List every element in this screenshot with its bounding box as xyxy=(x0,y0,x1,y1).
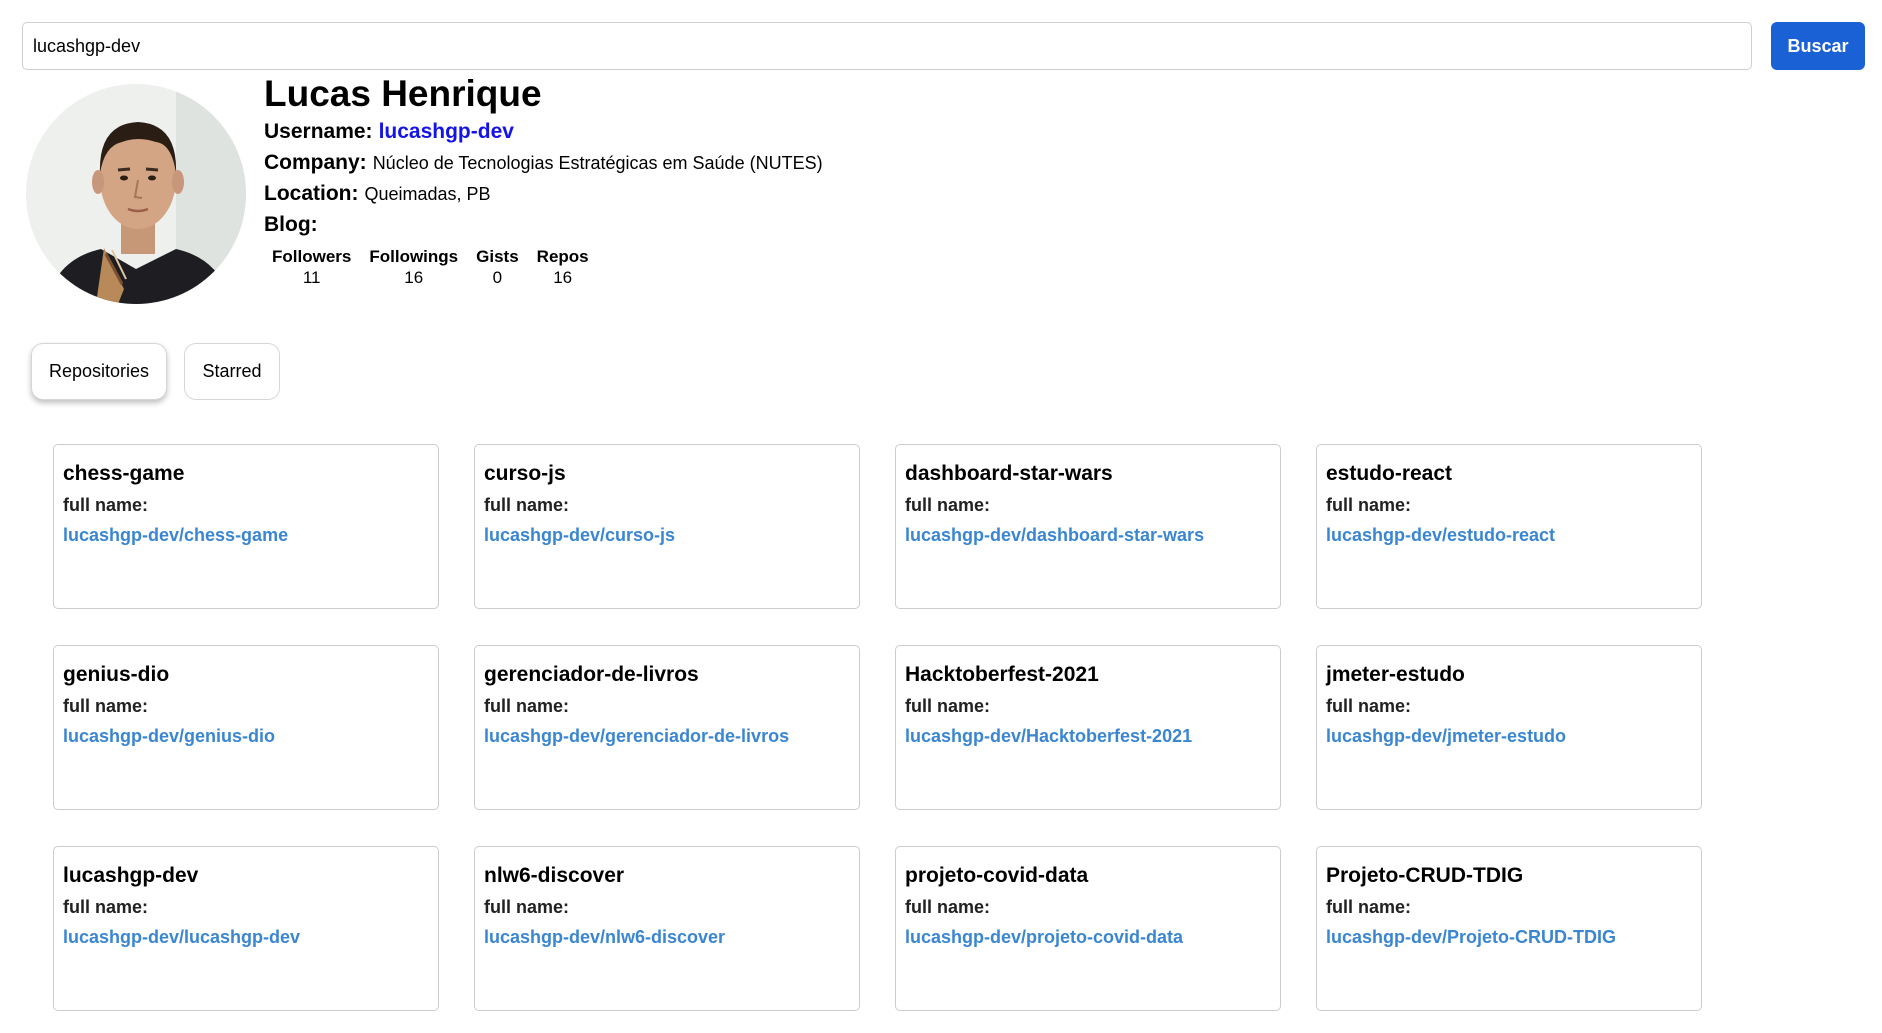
repo-full-name-label: full name: xyxy=(484,696,570,716)
repo-full-name-link[interactable]: lucashgp-dev/jmeter-estudo xyxy=(1326,725,1692,747)
repo-full-name-link[interactable]: lucashgp-dev/projeto-covid-data xyxy=(905,926,1271,948)
repo-full-name-link[interactable]: lucashgp-dev/genius-dio xyxy=(63,725,429,747)
repo-name: gerenciador-de-livros xyxy=(484,663,699,686)
repo-card: nlw6-discover full name: lucashgp-dev/nlw6… xyxy=(474,846,860,1011)
repo-full-name-label: full name: xyxy=(1326,696,1412,716)
stat-followings: Followings 16 xyxy=(369,246,458,287)
repo-full-name-link[interactable]: lucashgp-dev/chess-game xyxy=(63,524,429,546)
username-row: Username: lucashgp-dev xyxy=(264,116,823,147)
company-value: Núcleo de Tecnologias Estratégicas em Sa… xyxy=(372,153,823,173)
stat-followers: Followers 11 xyxy=(272,246,351,287)
repo-full-name-label: full name: xyxy=(63,495,149,515)
profile-name: Lucas Henrique xyxy=(264,73,542,114)
username-link[interactable]: lucashgp-dev xyxy=(379,120,514,143)
stat-label: Followings xyxy=(369,247,459,266)
search-button[interactable]: Buscar xyxy=(1771,22,1865,70)
repo-full-name-link[interactable]: lucashgp-dev/curso-js xyxy=(484,524,850,546)
repo-full-name-label: full name: xyxy=(63,897,149,917)
repo-full-name-link[interactable]: lucashgp-dev/Hacktoberfest-2021 xyxy=(905,725,1271,747)
location-row: Location: Queimadas, PB xyxy=(264,178,823,209)
repo-full-name-label: full name: xyxy=(484,897,570,917)
stat-label: Repos xyxy=(536,247,589,266)
avatar-photo xyxy=(26,84,246,304)
repo-full-name-label: full name: xyxy=(905,897,991,917)
repo-name: projeto-covid-data xyxy=(905,864,1089,887)
repo-card: projeto-covid-data full name: lucashgp-dev… xyxy=(895,846,1281,1011)
location-label: Location: xyxy=(264,182,359,205)
repo-card: genius-dio full name: lucashgp-dev/genius-… xyxy=(53,645,439,810)
repo-name: jmeter-estudo xyxy=(1326,663,1465,686)
username-label: Username: xyxy=(264,120,373,143)
repo-card: jmeter-estudo full name: lucashgp-dev/jmet… xyxy=(1316,645,1702,810)
blog-label: Blog: xyxy=(264,213,318,236)
company-row: Company: Núcleo de Tecnologias Estratégic… xyxy=(264,147,823,178)
repo-full-name-label: full name: xyxy=(1326,495,1412,515)
repo-name: curso-js xyxy=(484,462,566,485)
repo-full-name-link[interactable]: lucashgp-dev/dashboard-star-wars xyxy=(905,524,1271,546)
repo-full-name-label: full name: xyxy=(63,696,149,716)
stat-value: 0 xyxy=(492,268,503,287)
search-bar: Buscar xyxy=(22,22,1865,70)
repo-full-name-link[interactable]: lucashgp-dev/Projeto-CRUD-TDIG xyxy=(1326,926,1692,948)
repo-card: chess-game full name: lucashgp-dev/chess-g… xyxy=(53,444,439,609)
repo-name: Projeto-CRUD-TDIG xyxy=(1326,864,1524,887)
stat-repos: Repos 16 xyxy=(537,246,589,287)
repo-name: Hacktoberfest-2021 xyxy=(905,663,1099,686)
stat-label: Gists xyxy=(476,247,519,266)
repo-grid: chess-game full name: lucashgp-dev/chess-g… xyxy=(53,444,1702,1011)
repo-name: nlw6-discover xyxy=(484,864,625,887)
repo-card: curso-js full name: lucashgp-dev/curso-js xyxy=(474,444,860,609)
location-value: Queimadas, PB xyxy=(364,184,491,204)
stat-label: Followers xyxy=(272,247,352,266)
repo-full-name-label: full name: xyxy=(905,696,991,716)
tab-repositories[interactable]: Repositories xyxy=(31,343,167,400)
repo-card: Projeto-CRUD-TDIG full name: lucashgp-dev/… xyxy=(1316,846,1702,1011)
repo-full-name-link[interactable]: lucashgp-dev/estudo-react xyxy=(1326,524,1692,546)
stat-value: 11 xyxy=(302,268,321,287)
stat-value: 16 xyxy=(553,268,573,287)
repo-card: lucashgp-dev full name: lucashgp-dev/lucas… xyxy=(53,846,439,1011)
search-input[interactable] xyxy=(22,22,1752,70)
repo-card: gerenciador-de-livros full name: lucashgp-… xyxy=(474,645,860,810)
profile-stats: Followers 11 Followings 16 Gists 0 Repos… xyxy=(272,246,607,287)
tab-starred[interactable]: Starred xyxy=(184,343,280,400)
avatar xyxy=(26,84,246,304)
company-label: Company: xyxy=(264,151,367,174)
repo-full-name-label: full name: xyxy=(905,495,991,515)
repo-full-name-link[interactable]: lucashgp-dev/nlw6-discover xyxy=(484,926,850,948)
repo-card: estudo-react full name: lucashgp-dev/estud… xyxy=(1316,444,1702,609)
repo-full-name-label: full name: xyxy=(484,495,570,515)
repo-name: dashboard-star-wars xyxy=(905,462,1113,485)
repo-name: genius-dio xyxy=(63,663,170,686)
repo-name: lucashgp-dev xyxy=(63,864,199,887)
blog-row: Blog: xyxy=(264,209,823,240)
repo-full-name-label: full name: xyxy=(1326,897,1412,917)
repo-full-name-link[interactable]: lucashgp-dev/gerenciador-de-livros xyxy=(484,725,850,747)
profile-info: Lucas Henrique Username: lucashgp-dev Com… xyxy=(264,72,823,240)
repo-name: chess-game xyxy=(63,462,185,485)
repo-card: Hacktoberfest-2021 full name: lucashgp-dev… xyxy=(895,645,1281,810)
repo-name: estudo-react xyxy=(1326,462,1453,485)
repo-card: dashboard-star-wars full name: lucashgp-de… xyxy=(895,444,1281,609)
repo-full-name-link[interactable]: lucashgp-dev/lucashgp-dev xyxy=(63,926,429,948)
stat-value: 16 xyxy=(404,268,424,287)
stat-gists: Gists 0 xyxy=(476,246,519,287)
